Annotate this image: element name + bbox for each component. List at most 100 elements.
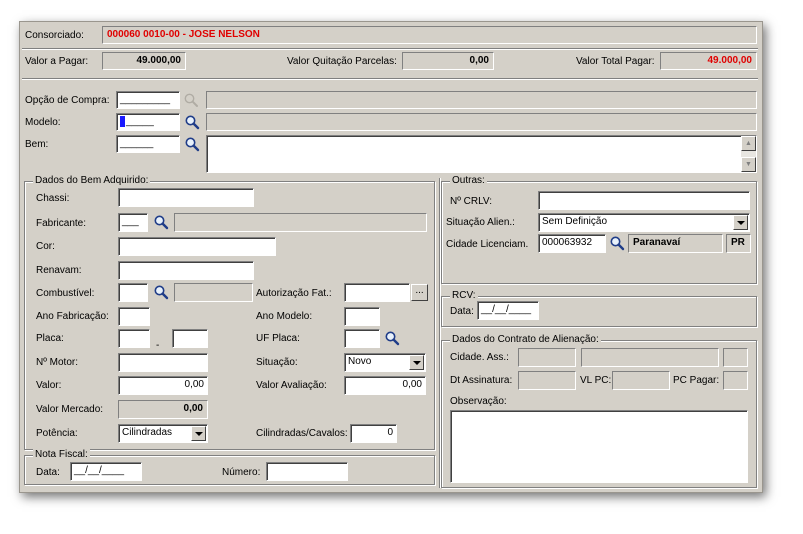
valor-avaliacao-label: Valor Avaliação:: [256, 380, 327, 391]
opcao-compra-input[interactable]: _________: [116, 91, 180, 109]
cilindradas-input[interactable]: 0: [350, 424, 397, 443]
pc-pagar-label: PC Pagar:: [673, 375, 720, 386]
rcv-data-input[interactable]: __/__/____: [477, 301, 539, 320]
bem-input[interactable]: ______: [116, 135, 180, 153]
valor-quitacao-value: 0,00: [402, 52, 494, 70]
situacao-label: Situação:: [256, 357, 298, 368]
uf-placa-input[interactable]: [344, 329, 380, 348]
observacao-textarea[interactable]: [450, 410, 748, 483]
cidade-name: Paranavaí: [628, 234, 723, 253]
bem-description-textarea[interactable]: ▲ ▼: [206, 135, 757, 173]
valor-total-label: Valor Total Pagar:: [576, 56, 655, 67]
scroll-down-button[interactable]: ▼: [741, 157, 756, 172]
ano-modelo-input[interactable]: [344, 307, 380, 326]
rcv-title: RCV:: [450, 290, 478, 302]
search-icon[interactable]: [184, 136, 200, 152]
modelo-value: _____: [126, 116, 154, 127]
cidade-label: Cidade Licenciam.: [446, 239, 529, 250]
numero-label: Número:: [222, 467, 261, 478]
placa-numbers-input[interactable]: [172, 329, 208, 348]
valor-mercado-label: Valor Mercado:: [36, 404, 104, 415]
chevron-down-icon[interactable]: [191, 426, 206, 441]
nota-data-label: Data:: [36, 467, 60, 478]
renavam-input[interactable]: [118, 261, 254, 280]
ano-fabricacao-input[interactable]: [118, 307, 150, 326]
placa-letters-input[interactable]: [118, 329, 150, 348]
search-disabled-icon: [183, 92, 199, 108]
modelo-input[interactable]: _____: [116, 113, 180, 131]
dt-assinatura-label: Dt Assinatura:: [450, 375, 513, 386]
search-icon[interactable]: [184, 114, 200, 130]
fabricante-description: [174, 213, 427, 232]
situacao-select[interactable]: Novo: [344, 353, 426, 372]
valor-mercado-value: 0,00: [118, 400, 208, 419]
valor-pagar-value: 49.000,00: [102, 52, 186, 70]
placa-separator: -: [156, 340, 160, 351]
opcao-compra-label: Opção de Compra:: [25, 95, 110, 106]
fabricante-input[interactable]: ___: [118, 213, 148, 232]
opcao-compra-description: [206, 91, 757, 109]
cidade-code-input[interactable]: 000063932: [538, 234, 606, 253]
contrato-title: Dados do Contrato de Alienação:: [450, 334, 601, 346]
bem-label: Bem:: [25, 139, 49, 150]
chassi-input[interactable]: [118, 188, 254, 207]
autorizacao-browse-button[interactable]: ...: [411, 284, 428, 301]
modelo-description: [206, 113, 757, 131]
search-icon[interactable]: [153, 214, 169, 230]
search-icon[interactable]: [384, 330, 400, 346]
cidade-ass-name: [581, 348, 719, 367]
crlv-label: Nº CRLV:: [450, 196, 492, 207]
scroll-up-button[interactable]: ▲: [741, 136, 756, 151]
crlv-input[interactable]: [538, 191, 750, 210]
rcv-data-label: Data:: [450, 306, 474, 317]
situacao-alien-label: Situação Alien.:: [446, 217, 515, 228]
vl-pc-value: [612, 371, 670, 390]
observacao-label: Observação:: [450, 396, 507, 407]
motor-label: Nº Motor:: [36, 357, 78, 368]
autorizacao-input[interactable]: [344, 283, 410, 302]
chevron-down-icon[interactable]: [733, 215, 748, 230]
search-icon[interactable]: [609, 235, 625, 251]
dt-assinatura-value: [518, 371, 576, 390]
situacao-value: Novo: [348, 356, 372, 367]
cor-input[interactable]: [118, 237, 276, 256]
combustivel-description: [174, 283, 253, 302]
scrollbar[interactable]: ▲ ▼: [741, 136, 756, 172]
divider: [22, 78, 758, 80]
divider: [22, 48, 758, 50]
autorizacao-label: Autorização Fat.:: [256, 288, 332, 299]
valor-avaliacao-input[interactable]: 0,00: [344, 376, 426, 395]
nota-fiscal-title: Nota Fiscal:: [33, 449, 90, 461]
cidade-uf: PR: [726, 234, 751, 253]
valor-pagar-label: Valor a Pagar:: [25, 56, 89, 67]
potencia-select[interactable]: Cilindradas: [118, 424, 208, 443]
nota-data-input[interactable]: __/__/____: [70, 462, 142, 481]
situacao-alien-value: Sem Definição: [542, 216, 608, 227]
motor-input[interactable]: [118, 353, 208, 372]
search-icon[interactable]: [153, 284, 169, 300]
potencia-value: Cilindradas: [122, 427, 173, 438]
valor-label: Valor:: [36, 380, 62, 391]
valor-quitacao-label: Valor Quitação Parcelas:: [287, 56, 397, 67]
modelo-label: Modelo:: [25, 117, 61, 128]
pc-pagar-value: [723, 371, 748, 390]
potencia-label: Potência:: [36, 428, 78, 439]
numero-input[interactable]: [266, 462, 348, 481]
chevron-down-icon[interactable]: [409, 355, 424, 370]
valor-total-value: 49.000,00: [660, 52, 757, 70]
placa-label: Placa:: [36, 333, 64, 344]
combustivel-input[interactable]: [118, 283, 148, 302]
form-window: Consorciado: 000060 0010-00 - JOSE NELSO…: [19, 21, 763, 493]
valor-input[interactable]: 0,00: [118, 376, 208, 395]
cilindradas-label: Cilindradas/Cavalos:: [256, 428, 348, 439]
text-cursor: [120, 116, 125, 127]
fabricante-label: Fabricante:: [36, 218, 87, 229]
situacao-alien-select[interactable]: Sem Definição: [538, 213, 750, 232]
outras-title: Outras:: [450, 175, 487, 187]
cor-label: Cor:: [36, 241, 55, 252]
vl-pc-label: VL PC:: [580, 375, 612, 386]
ano-modelo-label: Ano Modelo:: [256, 311, 313, 322]
renavam-label: Renavam:: [36, 265, 82, 276]
consorciado-value: 000060 0010-00 - JOSE NELSON: [102, 26, 757, 44]
chassi-label: Chassi:: [36, 193, 70, 204]
